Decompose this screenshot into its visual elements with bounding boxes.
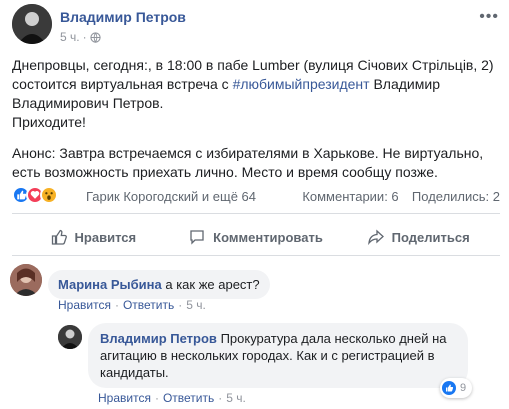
- comment-actions: Нравится · Ответить · 5 ч.: [58, 298, 206, 312]
- post-meta: 5 ч. ·: [60, 30, 101, 44]
- post-paragraph-3: Анонс: Завтра встречаемся с избирателями…: [12, 145, 484, 180]
- more-options-icon[interactable]: •••: [479, 8, 499, 26]
- reply-separator: ·: [218, 391, 223, 405]
- comment-text: а как же арест?: [165, 277, 260, 292]
- divider: [12, 255, 500, 256]
- globe-icon[interactable]: [89, 31, 101, 43]
- comment-reply-link[interactable]: Ответить: [123, 298, 174, 312]
- divider: [12, 213, 500, 214]
- comment-share-counts: Комментарии: 6 Поделились: 2: [302, 189, 500, 204]
- comment-button[interactable]: Комментировать: [175, 221, 338, 253]
- hashtag-link[interactable]: #любимыйпрезидент: [233, 76, 370, 92]
- author-name[interactable]: Владимир Петров: [60, 9, 186, 25]
- reply-author-avatar[interactable]: [58, 325, 82, 349]
- share-icon: [367, 229, 384, 245]
- commenter-avatar[interactable]: [10, 264, 42, 296]
- like-button-label: Нравится: [74, 229, 137, 245]
- reply-like-link[interactable]: Нравится: [98, 391, 151, 405]
- reply-reply-link[interactable]: Ответить: [163, 391, 214, 405]
- reply-actions: Нравится · Ответить · 5 ч.: [98, 391, 246, 405]
- reply-author[interactable]: Владимир Петров: [100, 331, 217, 346]
- comment-icon: [190, 230, 204, 245]
- reaction-icons[interactable]: [12, 186, 58, 204]
- meta-separator: ·: [82, 30, 87, 44]
- facebook-post: Владимир Петров 5 ч. · ••• Днепровцы, се…: [0, 0, 509, 409]
- reply-likes-count: 9: [460, 382, 467, 394]
- share-button[interactable]: Поделиться: [337, 221, 500, 253]
- comment-bubble: Марина Рыбина а как же арест?: [48, 270, 270, 299]
- comments-count[interactable]: Комментарии: 6: [302, 189, 398, 204]
- reply-reaction-count[interactable]: 9: [440, 378, 473, 398]
- reactions-summary: Гарик Корогодский и ещё 64 Комментарии: …: [12, 186, 500, 206]
- comment-like-link[interactable]: Нравится: [58, 298, 111, 312]
- like-button[interactable]: Нравится: [12, 221, 175, 253]
- thumbs-up-icon: [51, 229, 67, 245]
- comment-button-label: Комментировать: [213, 229, 323, 245]
- reply-bubble: Владимир Петров Прокуратура дала несколь…: [88, 323, 468, 388]
- comment-time[interactable]: 5 ч.: [186, 298, 206, 312]
- comment-separator: ·: [114, 298, 119, 312]
- post-paragraph-2: Приходите!: [12, 114, 86, 130]
- reactors-text[interactable]: Гарик Корогодский и ещё 64: [86, 189, 256, 204]
- reply-time[interactable]: 5 ч.: [226, 391, 246, 405]
- post-time[interactable]: 5 ч.: [60, 30, 80, 44]
- author-avatar[interactable]: [12, 4, 52, 44]
- reply-separator: ·: [154, 391, 159, 405]
- shares-count[interactable]: Поделились: 2: [412, 189, 500, 204]
- action-bar: Нравится Комментировать Поделиться: [12, 221, 500, 253]
- share-button-label: Поделиться: [391, 229, 470, 245]
- like-icon: [442, 381, 456, 395]
- comment-author[interactable]: Марина Рыбина: [58, 277, 162, 292]
- post-text: Днепровцы, сегодня:, в 18:00 в пабе Lumb…: [12, 56, 500, 182]
- wow-icon: [40, 186, 58, 204]
- comment-separator: ·: [178, 298, 183, 312]
- post-paragraph-1: Днепровцы, сегодня:, в 18:00 в пабе Lumb…: [12, 57, 494, 111]
